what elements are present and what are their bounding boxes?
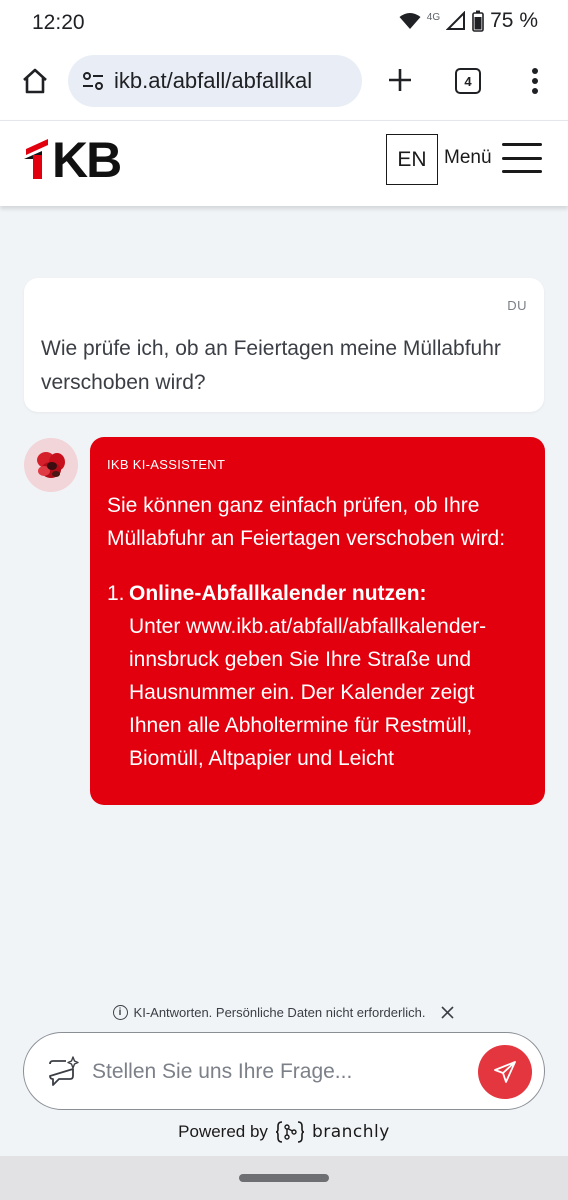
site-header: KB EN Menü [0, 120, 568, 206]
info-icon: i [112, 1004, 128, 1020]
hamburger-icon [501, 143, 542, 173]
browser-toolbar: ikb.at/abfall/abfallkal 4 [0, 46, 568, 120]
user-message: DU Wie prüfe ich, ob an Feiertagen meine… [24, 278, 544, 412]
assistant-sender-label: IKB KI-ASSISTENT [107, 457, 226, 472]
battery-percentage: 75 % [490, 9, 538, 32]
flower-avatar-icon [24, 438, 78, 492]
disclaimer-text: KI-Antworten. Persönliche Daten nicht er… [133, 1004, 426, 1020]
chat-sparkle-icon [49, 1056, 79, 1086]
home-button[interactable] [18, 64, 52, 98]
branchly-logo-icon [275, 1121, 304, 1143]
list-item-number: 1. [107, 582, 125, 605]
network-type: 4G [426, 11, 441, 23]
chat-question-input[interactable] [92, 1055, 482, 1089]
list-item: 1. Online-Abfallkalender nutzen: Unter w… [107, 577, 531, 775]
assistant-avatar [24, 438, 78, 492]
assistant-message: IKB KI-ASSISTENT Sie können ganz einfach… [90, 437, 545, 805]
wifi-icon [399, 13, 421, 29]
powered-by-label: Powered by [178, 1122, 268, 1141]
new-tab-button[interactable] [384, 64, 416, 96]
site-settings-icon[interactable] [80, 68, 106, 94]
signal-icon [446, 11, 466, 30]
more-menu-button[interactable] [522, 64, 548, 98]
chat-input-container [23, 1032, 545, 1110]
address-bar[interactable]: ikb.at/abfall/abfallkal [68, 55, 362, 107]
battery-icon [472, 10, 484, 32]
powered-by: Powered by branchly [0, 1120, 568, 1144]
branchly-brand[interactable]: branchly [312, 1122, 390, 1142]
logo-text: KB [52, 132, 122, 188]
status-time: 12:20 [32, 11, 85, 34]
menu-label: Menü [444, 147, 492, 168]
more-vert-icon [532, 68, 538, 94]
ai-disclaimer: i KI-Antworten. Persönliche Daten nicht … [0, 1004, 568, 1020]
tab-switcher-button[interactable]: 4 [455, 68, 481, 94]
url-text: ikb.at/abfall/abfallkal [114, 68, 313, 93]
send-button[interactable] [478, 1045, 532, 1099]
plus-icon [389, 69, 411, 91]
list-item-text: Unter www.ikb.at/abfall/abfallkalender-i… [129, 615, 487, 770]
user-message-text: Wie prüfe ich, ob an Feiertagen meine Mü… [41, 337, 501, 394]
ikb-logo[interactable]: KB [22, 132, 122, 188]
menu-button[interactable]: Menü [444, 143, 542, 173]
assistant-intro-text: Sie können ganz einfach prüfen, ob Ihre … [107, 494, 506, 550]
list-item-heading: Online-Abfallkalender nutzen: [129, 582, 427, 605]
status-bar: 12:20 4G 75 % [0, 0, 568, 46]
close-disclaimer-button[interactable] [439, 1004, 455, 1020]
send-icon [494, 1061, 516, 1083]
close-icon [441, 1005, 454, 1019]
home-gesture-handle[interactable] [239, 1174, 329, 1182]
status-icons: 4G 75 % [399, 9, 538, 33]
system-navigation-bar [0, 1156, 568, 1200]
home-icon [23, 68, 47, 94]
logo-i-mark [24, 139, 48, 179]
language-button[interactable]: EN [386, 134, 438, 185]
user-sender-label: DU [507, 298, 527, 313]
